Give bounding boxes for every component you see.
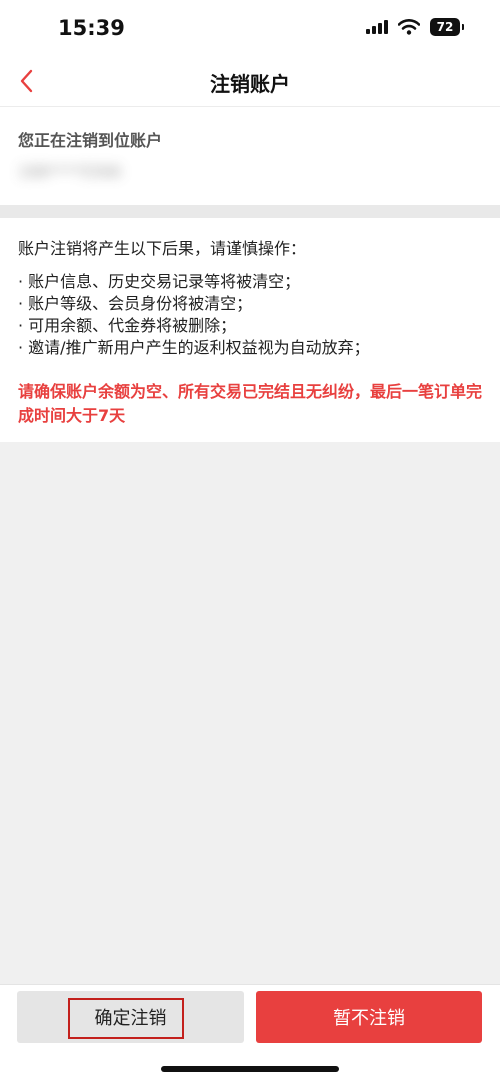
section-divider <box>0 205 500 218</box>
account-heading: 您正在注销到位账户 <box>18 131 163 150</box>
status-icons: 72 <box>366 18 464 36</box>
cancel-button-label: 暂不注销 <box>333 1008 405 1029</box>
notice-intro: 账户注销将产生以下后果，请谨慎操作： <box>18 239 307 258</box>
keep-account-button[interactable]: 暂不注销 <box>256 991 482 1043</box>
wifi-icon <box>398 19 420 35</box>
consequence-item: · 邀请/推广新用户产生的返利权益视为自动放弃； <box>18 338 370 357</box>
nav-bar: 注销账户 <box>0 56 500 107</box>
home-indicator <box>161 1066 339 1072</box>
notice-card: 账户注销将产生以下后果，请谨慎操作： · 账户信息、历史交易记录等将被清空； ·… <box>0 218 500 442</box>
account-number-masked: 188****5566 <box>18 162 122 181</box>
consequence-item: · 可用余额、代金券将被删除； <box>18 316 237 335</box>
consequence-item: · 账户等级、会员身份将被清空； <box>18 294 253 313</box>
page-title: 注销账户 <box>210 72 290 96</box>
battery-icon: 72 <box>430 18 464 36</box>
consequence-list: · 账户信息、历史交易记录等将被清空； · 账户等级、会员身份将被清空； · 可… <box>18 271 488 359</box>
account-card: 您正在注销到位账户 188****5566 <box>0 107 500 205</box>
consequence-item: · 账户信息、历史交易记录等将被清空； <box>18 272 301 291</box>
status-time: 15:39 <box>58 16 125 40</box>
warning-text: 请确保账户余额为空、所有交易已完结且无纠纷，最后一笔订单完成时间大于7天 <box>18 382 483 425</box>
signal-icon <box>366 20 388 34</box>
battery-level: 72 <box>436 20 454 34</box>
annotation-highlight-box <box>68 998 184 1039</box>
status-bar: 15:39 72 <box>0 0 500 56</box>
